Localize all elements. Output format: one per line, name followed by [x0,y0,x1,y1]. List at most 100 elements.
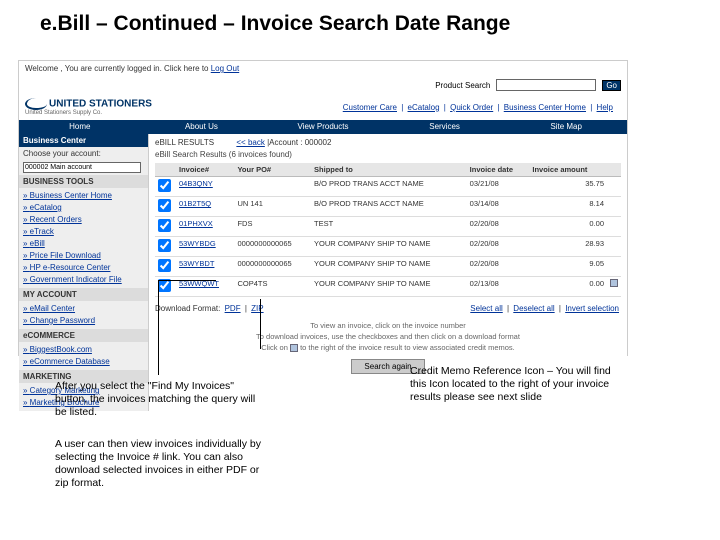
cell-ship: TEST [311,217,467,237]
brand-subtitle: United Stationers Supply Co. [25,110,152,116]
nav-services[interactable]: Services [384,120,506,134]
table-row: 01B2T5Q UN 141B/O PROD TRANS ACCT NAME03/… [155,197,621,217]
caption-left-1: After you select the "Find My Invoices" … [55,380,265,419]
cell-amount: 0.00 [529,217,607,237]
link-ecatalog[interactable]: eCatalog [408,103,440,112]
sidebar-item-ecatalog[interactable]: » eCatalog [23,202,144,214]
nav-about[interactable]: About Us [141,120,263,134]
cell-date: 02/20/08 [467,217,530,237]
cell-ship: YOUR COMPANY SHIP TO NAME [311,237,467,257]
caption-left-2: A user can then view invoices individual… [55,438,265,490]
sidebar-item-biggestbook[interactable]: » BiggestBook.com [23,344,144,356]
cell-amount: 28.93 [529,237,607,257]
tools-header: BUSINESS TOOLS [19,175,148,188]
cell-po: UN 141 [234,197,311,217]
cell-date: 03/14/08 [467,197,530,217]
invoice-table: Invoice# Your PO# Shipped to Invoice dat… [155,163,621,297]
row-checkbox[interactable] [158,239,171,252]
cell-date: 02/20/08 [467,257,530,277]
cell-po: 0000000000065 [234,257,311,277]
col-amount: Invoice amount [529,163,607,177]
col-po: Your PO# [234,163,311,177]
deselect-all-link[interactable]: Deselect all [513,304,554,313]
cell-amount: 9.05 [529,257,607,277]
navbar: Home About Us View Products Services Sit… [19,120,627,134]
app-screenshot: Welcome , You are currently logged in. C… [18,60,628,356]
hint-line3: Click on to the right of the invoice res… [155,342,621,353]
cell-po [234,177,311,197]
row-checkbox[interactable] [158,259,171,272]
pdf-link[interactable]: PDF [225,304,241,313]
product-search-row: Product Search Go [19,76,627,94]
hint-text: To view an invoice, click on the invoice… [155,320,621,353]
invoice-link[interactable]: 53WYBDT [179,259,214,268]
sidebar-item-recent-orders[interactable]: » Recent Orders [23,214,144,226]
sidebar-item-etrack[interactable]: » eTrack [23,226,144,238]
nav-home[interactable]: Home [19,120,141,134]
product-search-input[interactable] [496,79,596,91]
invert-link[interactable]: Invert selection [565,304,619,313]
sidebar-header: Business Center [19,134,148,147]
invoice-link[interactable]: 04B3QNY [179,179,213,188]
sidebar-item-password[interactable]: » Change Password [23,315,144,327]
choose-account-label: Choose your account: [19,147,148,160]
sidebar-item-ecomdb[interactable]: » eCommerce Database [23,356,144,368]
sidebar-item-email[interactable]: » eMail Center [23,303,144,315]
cell-amount: 8.14 [529,197,607,217]
arrow-to-results [158,280,216,281]
cell-ship: YOUR COMPANY SHIP TO NAME [311,257,467,277]
sidebar-item-bchome[interactable]: » Business Center Home [23,190,144,202]
select-all-link[interactable]: Select all [470,304,502,313]
hint-line2: To download invoices, use the checkboxes… [155,331,621,342]
cell-po: COP4TS [234,277,311,297]
cell-ship: YOUR COMPANY SHIP TO NAME [311,277,467,297]
breadcrumb: eBILL RESULTS << back |Account : 000002 [155,138,621,147]
invoice-link[interactable]: 53WYBDG [179,239,216,248]
row-checkbox[interactable] [158,179,171,192]
credit-memo-icon [290,344,298,352]
sidebar-item-gov[interactable]: » Government Indicator File [23,274,144,286]
cell-date: 03/21/08 [467,177,530,197]
logout-link[interactable]: Log Out [211,64,239,73]
cell-amount: 0.00 [529,277,607,297]
link-quick-order[interactable]: Quick Order [450,103,493,112]
myacct-header: MY ACCOUNT [19,288,148,301]
back-link[interactable]: << back [236,138,264,147]
col-ship: Shipped to [311,163,467,177]
table-row: 04B3QNYB/O PROD TRANS ACCT NAME03/21/083… [155,177,621,197]
go-button[interactable]: Go [602,80,621,91]
logo-row: UNITED STATIONERS United Stationers Supp… [19,94,627,120]
hint-line1: To view an invoice, click on the invoice… [155,320,621,331]
welcome-bar: Welcome , You are currently logged in. C… [19,61,627,76]
brand-name: UNITED STATIONERS [49,99,152,110]
product-search-label: Product Search [435,81,490,90]
cell-ship: B/O PROD TRANS ACCT NAME [311,197,467,217]
swoosh-icon [25,98,47,110]
caption-right: Credit Memo Reference Icon – You will fi… [410,365,630,404]
table-row: 01PHXVX FDSTEST02/20/080.00 [155,217,621,237]
cell-date: 02/20/08 [467,237,530,257]
sidebar-item-ebill[interactable]: » eBill [23,238,144,250]
results-header: eBill Search Results (6 invoices found) [155,150,621,159]
credit-memo-icon[interactable] [610,279,618,287]
invoice-link[interactable]: 01PHXVX [179,219,213,228]
table-row: 53WWQWTCOP4TSYOUR COMPANY SHIP TO NAME02… [155,277,621,297]
cell-po: FDS [234,217,311,237]
col-date: Invoice date [467,163,530,177]
sidebar-item-hp[interactable]: » HP e-Resource Center [23,262,144,274]
nav-products[interactable]: View Products [262,120,384,134]
invoice-link[interactable]: 01B2T5Q [179,199,211,208]
link-biz-center[interactable]: Business Center Home [504,103,586,112]
table-row: 53WYBDT 0000000000065YOUR COMPANY SHIP TO… [155,257,621,277]
welcome-text: Welcome , You are currently logged in. C… [25,64,211,73]
row-checkbox[interactable] [158,199,171,212]
link-customer-care[interactable]: Customer Care [343,103,397,112]
link-help[interactable]: Help [597,103,613,112]
sidebar-item-pricefile[interactable]: » Price File Download [23,250,144,262]
row-checkbox[interactable] [158,219,171,232]
account-select[interactable]: 000002 Main account [23,162,141,173]
arrow-to-memo-icon [260,299,261,349]
top-links: Customer Care | eCatalog | Quick Order |… [152,101,621,114]
zip-link[interactable]: ZIP [251,304,263,313]
nav-sitemap[interactable]: Site Map [505,120,627,134]
